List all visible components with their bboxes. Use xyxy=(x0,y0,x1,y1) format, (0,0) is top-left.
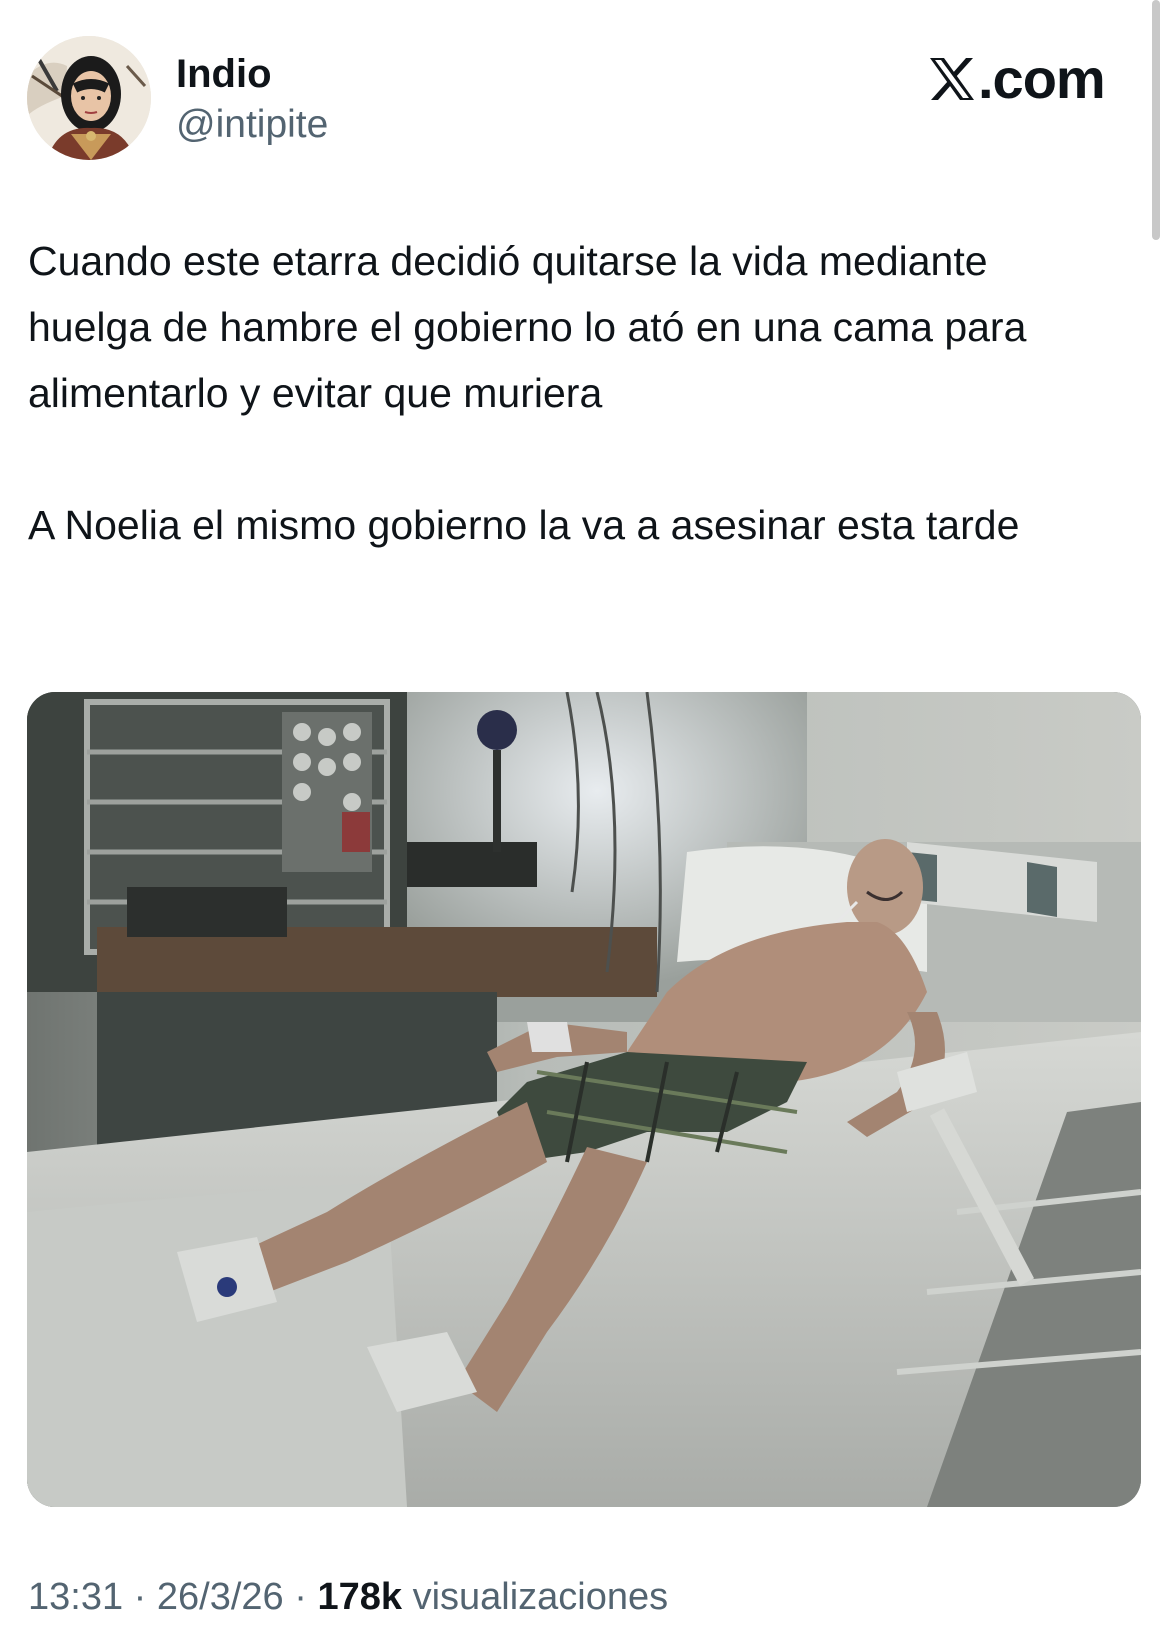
views-label: visualizaciones xyxy=(412,1576,669,1618)
photo-content xyxy=(27,692,1141,1507)
avatar-image xyxy=(27,36,151,160)
tweet-meta: 13:31 · 26/3/26 · 178k visualizaciones xyxy=(28,1572,668,1622)
tweet-media-photo[interactable] xyxy=(27,692,1141,1507)
tweet-date[interactable]: 26/3/26 xyxy=(157,1576,284,1618)
x-logo-icon xyxy=(930,58,974,100)
x-logo-text: .com xyxy=(978,47,1106,110)
tweet-text: Cuando este etarra decidió quitarse la v… xyxy=(28,228,1118,558)
meta-separator: · xyxy=(294,1576,307,1618)
scrollbar[interactable] xyxy=(1152,0,1160,240)
meta-separator: · xyxy=(133,1576,147,1618)
views-count: 178k xyxy=(317,1576,402,1618)
tweet-paragraph: A Noelia el mismo gobierno la va a asesi… xyxy=(28,502,1020,548)
tweet-time[interactable]: 13:31 xyxy=(28,1576,123,1618)
x-logo[interactable]: .com xyxy=(928,47,1106,110)
tweet-paragraph: Cuando este etarra decidió quitarse la v… xyxy=(28,238,1027,416)
author-name[interactable]: Indio xyxy=(176,50,272,98)
avatar[interactable] xyxy=(27,36,151,160)
author-handle[interactable]: @intipite xyxy=(176,101,328,149)
